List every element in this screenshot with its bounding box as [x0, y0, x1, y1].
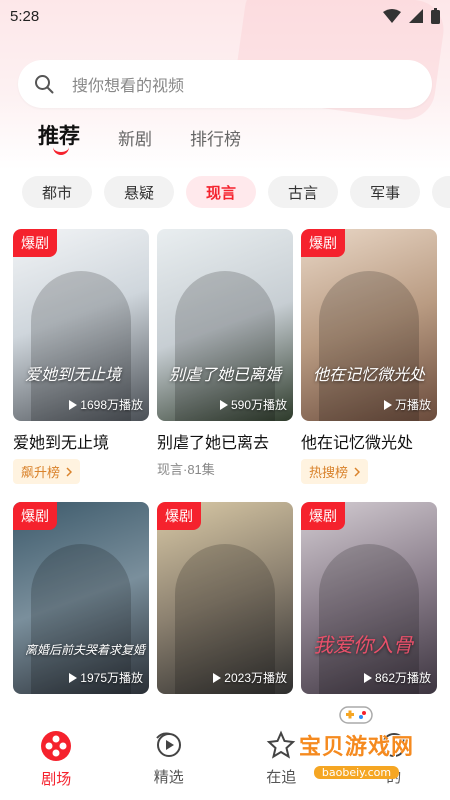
drama-card[interactable]: 他在记忆微光处 爆剧 万播放 他在记忆微光处 热搜榜 [301, 229, 437, 484]
nav-theater[interactable]: 剧场 [11, 730, 101, 789]
drama-poster[interactable]: 爆剧 2023万播放 [157, 502, 293, 694]
featured-icon [155, 732, 181, 757]
play-count: 万播放 [383, 396, 431, 413]
search-icon [35, 75, 54, 94]
play-count: 2023万播放 [213, 669, 287, 686]
play-icon [363, 672, 372, 683]
hot-badge: 爆剧 [13, 502, 57, 530]
category-chips: 都市 悬疑 现言 古言 军事 玄 [22, 176, 450, 208]
chip-military[interactable]: 军事 [350, 176, 421, 208]
watermark: 宝贝游戏网 baobeiy.com [299, 703, 414, 780]
top-tabs: 推荐 新剧 排行榜 [38, 120, 241, 155]
rank-tag-label: 热搜榜 [309, 465, 349, 480]
poster-title-art: 爱她到无止境 [25, 365, 122, 384]
drama-poster[interactable]: 别虐了她已离婚 590万播放 [157, 229, 293, 421]
rank-tag-label: 飙升榜 [21, 465, 61, 480]
rank-tag[interactable]: 飙升榜 [13, 459, 81, 484]
chip-modern-romance[interactable]: 现言 [186, 176, 257, 208]
poster-title-art: 他在记忆微光处 [313, 365, 426, 384]
drama-poster[interactable]: 他在记忆微光处 爆剧 万播放 [301, 229, 437, 421]
play-icon [383, 399, 392, 410]
chip-ancient-romance[interactable]: 古言 [268, 176, 339, 208]
tab-new[interactable]: 新剧 [118, 125, 152, 150]
search-placeholder: 搜你想看的视频 [72, 78, 185, 95]
chip-suspense[interactable]: 悬疑 [104, 176, 175, 208]
drama-title[interactable]: 他在记忆微光处 [301, 429, 437, 453]
nav-featured[interactable]: 精选 [124, 730, 214, 787]
status-time: 5:28 [10, 7, 40, 25]
drama-card[interactable]: 我爱你入骨 爆剧 862万播放 [301, 502, 437, 694]
play-count-text: 万播放 [394, 398, 431, 412]
watermark-url: baobeiy.com [313, 766, 400, 779]
star-icon [266, 730, 296, 759]
hot-badge: 爆剧 [301, 502, 345, 530]
play-count-text: 862万播放 [374, 671, 431, 685]
rank-tag[interactable]: 热搜榜 [301, 459, 369, 484]
drama-title[interactable]: 爱她到无止境 [13, 429, 149, 453]
poster-title-art: 我爱你入骨 [313, 633, 413, 657]
poster-title-art: 别虐了她已离婚 [169, 365, 282, 384]
play-count-text: 2023万播放 [224, 671, 287, 685]
status-icons [383, 8, 440, 24]
tab-label: 推荐 [38, 125, 80, 148]
hot-badge: 爆剧 [301, 229, 345, 257]
play-icon [219, 399, 228, 410]
drama-poster[interactable]: 爱她到无止境 爆剧 1698万播放 [13, 229, 149, 421]
play-count-text: 1698万播放 [80, 398, 143, 412]
gamepad-icon [339, 706, 374, 724]
play-icon [69, 399, 78, 410]
watermark-text: 宝贝游戏网 [298, 735, 414, 760]
drama-card[interactable]: 爱她到无止境 爆剧 1698万播放 爱她到无止境 飙升榜 [13, 229, 149, 484]
search-bar[interactable]: 搜你想看的视频 [18, 60, 432, 108]
wifi-icon [383, 9, 401, 23]
chevron-right-icon [66, 466, 73, 477]
status-bar: 5:28 [0, 0, 450, 32]
drama-poster[interactable]: 离婚后前夫哭着求复婚 爆剧 1975万播放 [13, 502, 149, 694]
drama-card[interactable]: 离婚后前夫哭着求复婚 爆剧 1975万播放 [13, 502, 149, 694]
tab-ranking[interactable]: 排行榜 [190, 125, 241, 150]
drama-subtitle: 现言·81集 [157, 462, 215, 477]
hot-badge: 爆剧 [13, 229, 57, 257]
chip-urban[interactable]: 都市 [22, 176, 93, 208]
chip-fantasy[interactable]: 玄 [432, 176, 450, 208]
play-count-text: 590万播放 [230, 398, 287, 412]
signal-icon [409, 9, 423, 23]
drama-card[interactable]: 别虐了她已离婚 590万播放 别虐了她已离去 现言·81集 [157, 229, 293, 478]
nav-label: 在追 [266, 769, 297, 786]
poster-title-art: 离婚后前夫哭着求复婚 [25, 643, 146, 657]
hot-badge: 爆剧 [157, 502, 201, 530]
tab-recommend[interactable]: 推荐 [38, 120, 80, 155]
nav-label: 精选 [153, 769, 184, 786]
theater-icon [41, 731, 72, 761]
drama-poster[interactable]: 我爱你入骨 爆剧 862万播放 [301, 502, 437, 694]
drama-title[interactable]: 别虐了她已离去 [157, 429, 293, 453]
chevron-right-icon [354, 466, 361, 477]
play-count: 1698万播放 [69, 396, 143, 413]
play-count: 1975万播放 [69, 669, 143, 686]
play-icon [213, 672, 222, 683]
play-count: 862万播放 [363, 669, 431, 686]
nav-label: 剧场 [41, 771, 72, 788]
drama-card[interactable]: 爆剧 2023万播放 [157, 502, 293, 694]
play-count: 590万播放 [219, 396, 287, 413]
play-count-text: 1975万播放 [80, 671, 143, 685]
battery-icon [431, 8, 440, 24]
play-icon [69, 672, 78, 683]
